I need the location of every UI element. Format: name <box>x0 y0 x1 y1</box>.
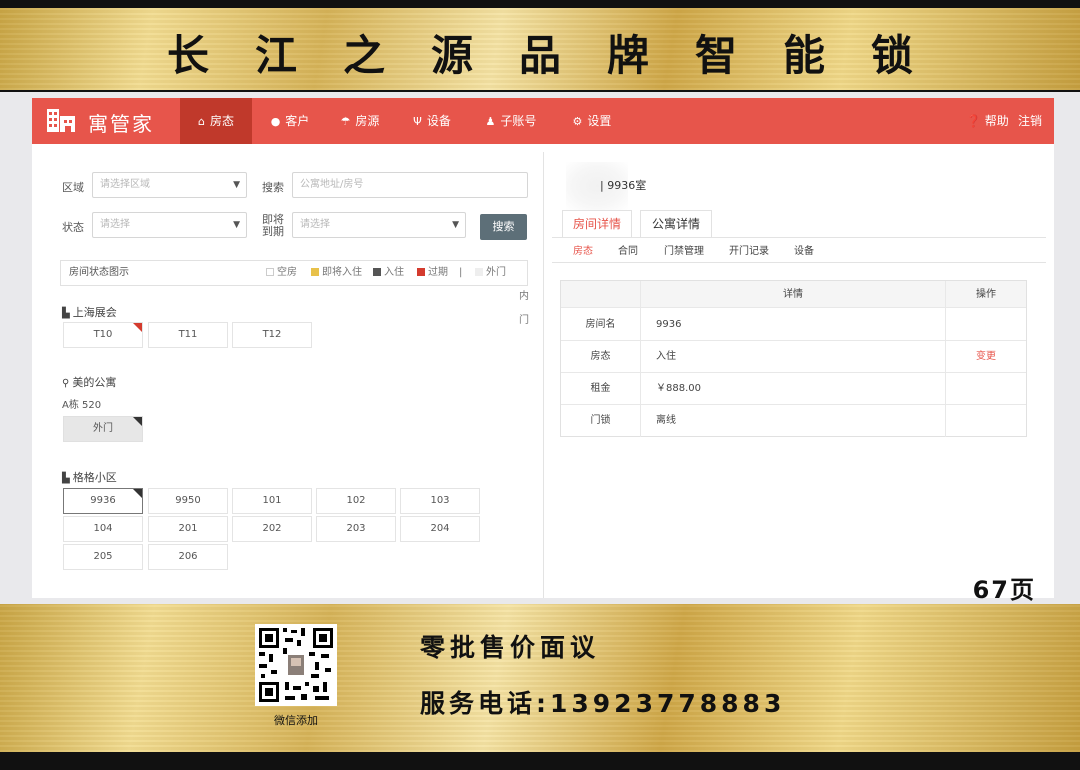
building-label: A栋 520 <box>62 400 102 411</box>
room-tile[interactable]: T12 <box>232 322 312 348</box>
room-tile[interactable]: 101 <box>232 488 312 514</box>
legend-outer-door: 外门 <box>475 261 506 285</box>
phone-text: 服务电话:13923778883 <box>420 689 786 718</box>
slogan-text: 零批售价面议 <box>420 633 601 662</box>
top-banner: 长江之源品牌智能锁 <box>0 8 1080 90</box>
legend-vacant: 空房 <box>266 261 297 285</box>
building-icon: ▙ <box>62 473 70 484</box>
legend-moving-in: 即将入住 <box>311 261 362 285</box>
legend-expired: 过期 <box>417 261 448 285</box>
room-tile[interactable]: 102 <box>316 488 396 514</box>
nav-tab-settings[interactable]: ⚙ 设置 <box>560 98 624 144</box>
room-tile[interactable]: 202 <box>232 516 312 542</box>
caret-down-icon: ▼ <box>233 220 240 230</box>
subtab-contract[interactable]: 合同 <box>618 242 638 257</box>
banner-title: 长江之源品牌智能锁 <box>166 31 959 80</box>
gear-icon: ⚙ <box>572 115 583 128</box>
page-number: 67页 <box>972 576 1036 604</box>
detail-table: 详情 操作 房间名 9936 房态 入住 变更 租金 ￥888.00 门锁 离线 <box>560 280 1027 437</box>
search-input[interactable]: 公寓地址/房号 <box>292 172 528 198</box>
subtabs-divider <box>552 262 1046 263</box>
room-tile[interactable]: 201 <box>148 516 228 542</box>
room-tile-selected[interactable]: 9936 <box>63 488 143 514</box>
room-status-legend: 房间状态图示 空房 即将入住 入住 过期 | 外门 内门 <box>60 260 529 326</box>
nav-tab-listings[interactable]: ☂ 房源 <box>328 98 392 144</box>
tab-apartment-detail[interactable]: 公寓详情 <box>640 210 712 238</box>
room-title: | 9936室 <box>600 179 647 192</box>
subtab-devices[interactable]: 设备 <box>794 242 814 257</box>
room-tile[interactable]: T11 <box>148 322 228 348</box>
building-logo-icon <box>47 109 75 132</box>
bottom-banner: 微信添加 零批售价面议 服务电话:13923778883 <box>0 604 1080 752</box>
room-tile[interactable]: 103 <box>400 488 480 514</box>
logo-text: 寓管家 <box>88 112 154 136</box>
home-icon: ⌂ <box>198 115 205 128</box>
region-select[interactable]: 请选择区域 ▼ <box>92 172 247 198</box>
subtab-access-control[interactable]: 门禁管理 <box>664 242 704 257</box>
table-row: 门锁 离线 <box>561 405 1026 437</box>
user-icon: ● <box>270 115 281 128</box>
status-label: 状态 <box>62 221 84 234</box>
caret-down-icon: ▼ <box>452 220 459 230</box>
caret-down-icon: ▼ <box>233 180 240 190</box>
app-window: 寓管家 ⌂ 房态 ● 客户 ☂ 房源 Ψ 设备 ♟ 子账号 ⚙ 设置 ❓ 帮助 注销 <box>32 98 1054 598</box>
nav-tab-subaccounts[interactable]: ♟ 子账号 <box>476 98 546 144</box>
device-icon: Ψ <box>413 115 422 128</box>
room-tile[interactable]: 9950 <box>148 488 228 514</box>
room-tile[interactable]: 203 <box>316 516 396 542</box>
region-label: 区域 <box>62 181 84 194</box>
room-detail-panel: | 9936室 房间详情 公寓详情 房态 合同 门禁管理 开门记录 设备 详情 … <box>552 152 1054 598</box>
nav-tab-room-status[interactable]: ⌂ 房态 <box>180 98 252 144</box>
change-status-link[interactable]: 变更 <box>946 341 1026 372</box>
table-header: 详情 操作 <box>561 281 1026 308</box>
status-select[interactable]: 请选择 ▼ <box>92 212 247 238</box>
umbrella-icon: ☂ <box>340 115 351 128</box>
group-title-gege: ▙ 格格小区 <box>62 471 117 484</box>
tabs-divider <box>552 237 1046 238</box>
room-tile[interactable]: 206 <box>148 544 228 570</box>
nav-tab-customers[interactable]: ● 客户 <box>258 98 322 144</box>
help-link[interactable]: ❓ 帮助 <box>966 98 1009 144</box>
subaccount-icon: ♟ <box>485 115 496 128</box>
room-tile[interactable]: T10 <box>63 322 143 348</box>
building-icon: ▙ <box>62 308 70 319</box>
search-button[interactable]: 搜索 <box>480 214 527 240</box>
nav-tab-devices[interactable]: Ψ 设备 <box>400 98 464 144</box>
logout-link[interactable]: 注销 <box>1018 98 1042 144</box>
tab-room-detail[interactable]: 房间详情 <box>562 210 632 238</box>
legend-inner-door: 内门 <box>519 261 530 333</box>
legend-occupied: 入住 <box>373 261 404 285</box>
table-row: 租金 ￥888.00 <box>561 373 1026 405</box>
top-nav: 寓管家 ⌂ 房态 ● 客户 ☂ 房源 Ψ 设备 ♟ 子账号 ⚙ 设置 ❓ 帮助 注销 <box>32 98 1054 144</box>
subtab-unlock-records[interactable]: 开门记录 <box>729 242 769 257</box>
table-row: 房态 入住 变更 <box>561 341 1026 373</box>
help-icon: ❓ <box>966 114 981 128</box>
location-pin-icon: ⚲ <box>62 378 70 389</box>
expiring-select[interactable]: 请选择 ▼ <box>292 212 466 238</box>
table-row: 房间名 9936 <box>561 308 1026 341</box>
legend-divider: | <box>459 267 463 278</box>
expiring-label: 即将 到期 <box>262 213 284 238</box>
room-tile[interactable]: 205 <box>63 544 143 570</box>
subtab-room-status[interactable]: 房态 <box>573 242 593 257</box>
room-tile[interactable]: 204 <box>400 516 480 542</box>
screenshot-area: 寓管家 ⌂ 房态 ● 客户 ☂ 房源 Ψ 设备 ♟ 子账号 ⚙ 设置 ❓ 帮助 注销 <box>0 92 1080 604</box>
qr-caption: 微信添加 <box>274 714 318 727</box>
room-tile[interactable]: 104 <box>63 516 143 542</box>
group-title-expo: ▙ 上海展会 <box>62 306 117 319</box>
group-title-midea: ⚲ 美的公寓 <box>62 376 117 389</box>
door-tile-outer[interactable]: 外门 <box>63 416 143 442</box>
search-label: 搜索 <box>262 181 284 194</box>
room-status-panel: 区域 请选择区域 ▼ 搜索 公寓地址/房号 状态 请选择 ▼ 即将 到期 请选择… <box>32 152 544 598</box>
wechat-qr-code <box>255 624 337 706</box>
